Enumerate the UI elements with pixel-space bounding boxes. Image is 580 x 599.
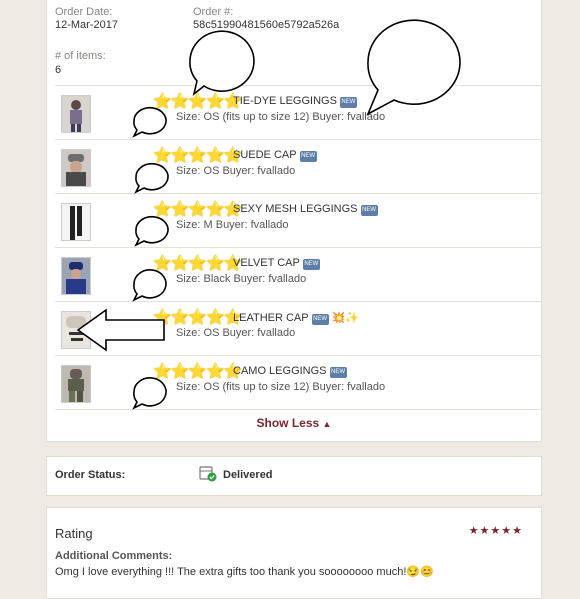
arrow-left-icon	[76, 308, 165, 352]
speech-bubble-icon	[189, 30, 255, 97]
speech-bubble-icon	[132, 106, 167, 138]
speech-bubble-icon	[366, 19, 461, 116]
speech-bubble-icon	[134, 162, 169, 194]
annotation-overlay	[76, 19, 461, 410]
speech-bubble-icon	[132, 377, 167, 410]
speech-bubble-icon	[132, 269, 167, 302]
speech-bubble-icon	[134, 215, 169, 247]
